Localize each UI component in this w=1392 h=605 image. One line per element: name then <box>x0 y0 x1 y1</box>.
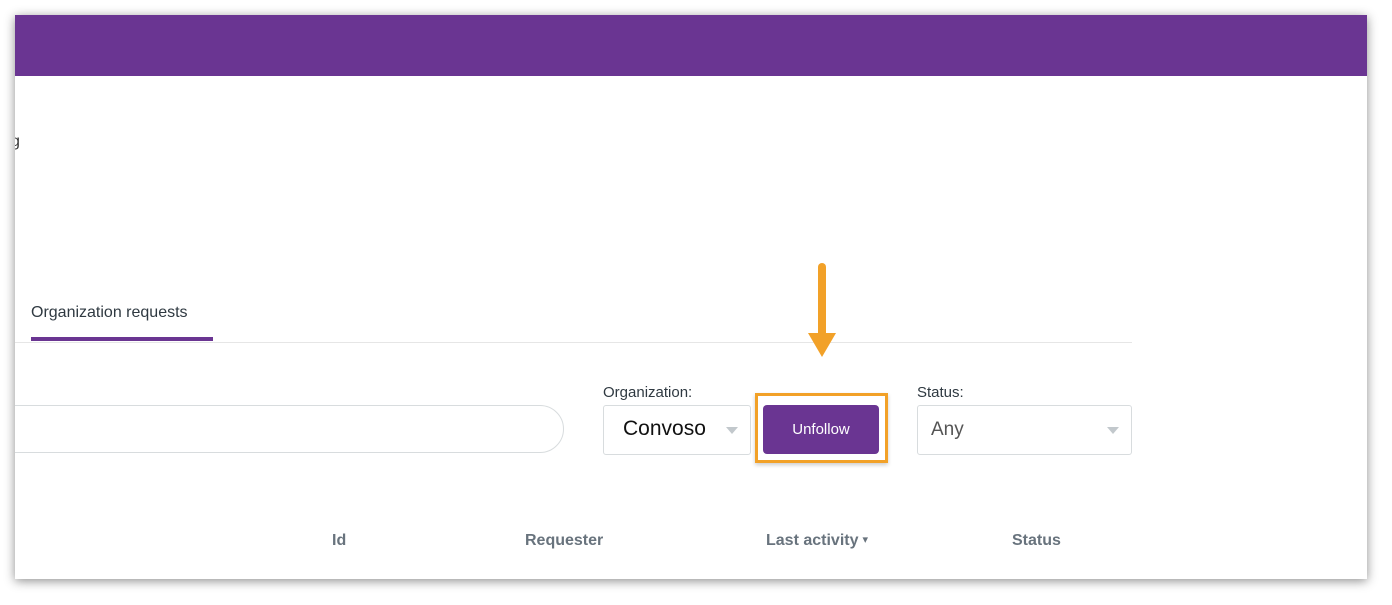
organization-value: Convoso <box>623 417 706 440</box>
browser-window: g Organization requests Organization: Co… <box>15 15 1367 579</box>
unfollow-button[interactable]: Unfollow <box>763 405 879 454</box>
sort-desc-icon: ▾ <box>862 534 869 546</box>
truncated-text: g <box>15 133 20 150</box>
search-input[interactable] <box>15 405 564 453</box>
header-bar <box>15 15 1367 76</box>
column-header-label: Last activity <box>766 532 859 549</box>
arrow-down-icon <box>808 263 836 357</box>
organization-select[interactable]: Convoso <box>603 405 751 455</box>
organization-label: Organization: <box>603 384 693 401</box>
column-header-status[interactable]: Status <box>1012 532 1061 550</box>
active-tab-indicator <box>31 337 213 341</box>
status-select[interactable]: Any <box>917 405 1132 455</box>
column-header-requester[interactable]: Requester <box>525 532 603 550</box>
column-header-last-activity[interactable]: Last activity ▾ <box>766 532 868 550</box>
tab-organization-requests[interactable]: Organization requests <box>31 304 188 322</box>
column-header-id[interactable]: Id <box>332 532 346 550</box>
chevron-down-icon <box>726 427 738 434</box>
tabs-divider <box>15 342 1132 343</box>
status-label: Status: <box>917 384 964 401</box>
chevron-down-icon <box>1107 427 1119 434</box>
status-value: Any <box>931 419 964 440</box>
